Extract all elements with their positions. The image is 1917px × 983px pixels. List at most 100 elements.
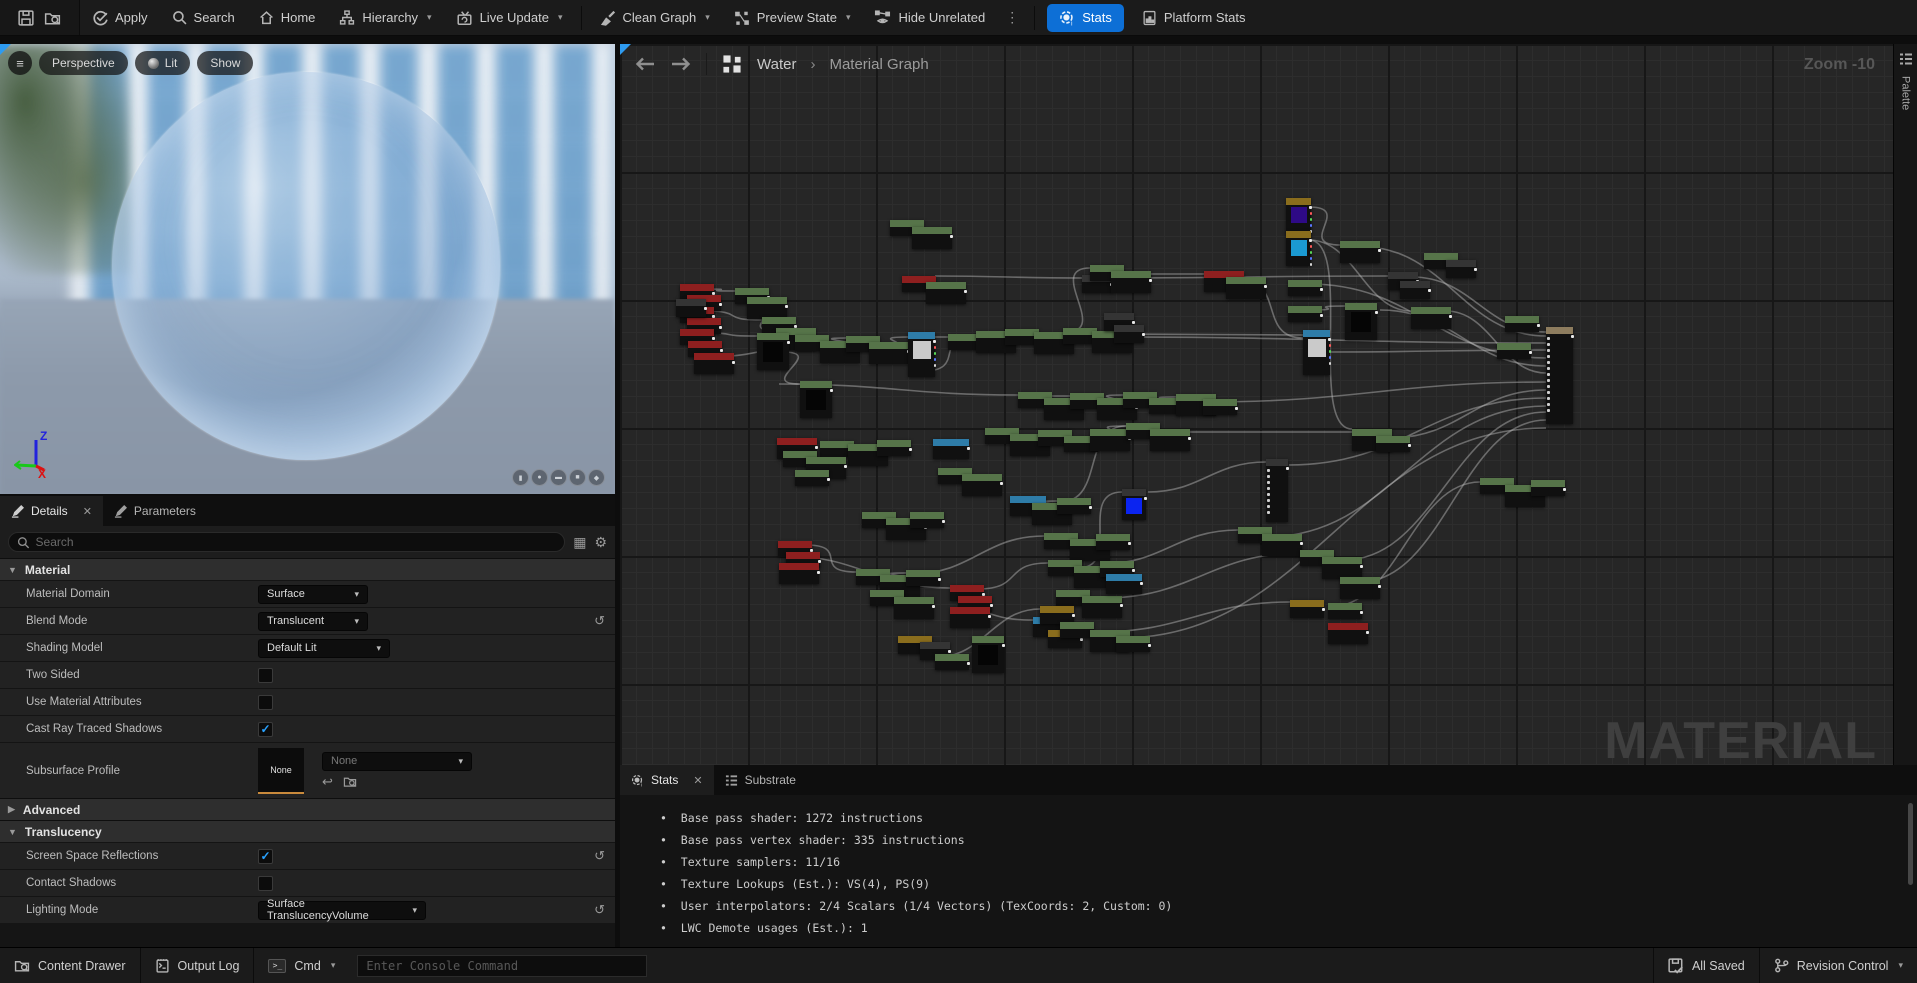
node-output-pin[interactable]: [1310, 245, 1313, 248]
graph-node[interactable]: [1288, 280, 1322, 296]
graph-node[interactable]: [1114, 325, 1144, 343]
graph-node[interactable]: [1082, 596, 1122, 618]
reset-to-default-icon[interactable]: ↺: [594, 902, 605, 918]
preview-teapot-button[interactable]: ◆: [588, 469, 605, 486]
graph-node[interactable]: [933, 439, 969, 459]
node-output-pin[interactable]: [933, 340, 936, 343]
node-output-pin[interactable]: [1360, 611, 1363, 614]
browse-to-asset-icon[interactable]: [44, 10, 61, 26]
graph-node[interactable]: [906, 570, 940, 586]
graph-node[interactable]: [1057, 498, 1091, 514]
graph-node[interactable]: [1262, 534, 1302, 556]
node-output-pin[interactable]: [1144, 497, 1147, 500]
graph-node[interactable]: [1090, 429, 1130, 451]
hierarchy-button[interactable]: Hierarchy ▾: [327, 0, 443, 35]
node-output-pin[interactable]: [1128, 542, 1131, 545]
node-output-pin[interactable]: [1286, 467, 1289, 470]
node-output-pin[interactable]: [1002, 644, 1005, 647]
graph-node[interactable]: [1286, 198, 1311, 233]
node-output-pin[interactable]: [932, 605, 935, 608]
graph-node[interactable]: [676, 299, 706, 317]
node-input-pin[interactable]: [1547, 343, 1550, 346]
graph-node[interactable]: [1322, 557, 1362, 579]
node-output-pin[interactable]: [1132, 569, 1135, 572]
graph-node[interactable]: [1290, 600, 1324, 618]
preview-sphere-button[interactable]: ●: [531, 469, 548, 486]
graph-node[interactable]: [910, 512, 944, 528]
node-input-pin[interactable]: [1547, 391, 1550, 394]
graph-node[interactable]: [912, 227, 952, 249]
node-output-pin[interactable]: [1235, 407, 1238, 410]
clean-graph-button[interactable]: Clean Graph ▾: [588, 0, 722, 35]
reset-to-default-icon[interactable]: ↺: [594, 613, 605, 629]
node-output-pin[interactable]: [1378, 249, 1381, 252]
tab-parameters[interactable]: Parameters: [103, 496, 207, 526]
node-output-pin[interactable]: [732, 361, 735, 364]
checkbox[interactable]: [258, 876, 273, 891]
forward-button[interactable]: [670, 56, 692, 72]
section-header-translucency[interactable]: ▼Translucency: [0, 820, 615, 842]
node-output-pin[interactable]: [719, 326, 722, 329]
apply-button[interactable]: Apply: [80, 0, 160, 35]
node-output-pin[interactable]: [1080, 638, 1083, 641]
graph-node[interactable]: [800, 381, 832, 418]
palette-sidebar-tab[interactable]: Palette: [1893, 44, 1917, 765]
node-output-pin[interactable]: [964, 290, 967, 293]
node-output-pin[interactable]: [934, 358, 937, 361]
node-output-pin[interactable]: [942, 520, 945, 523]
node-output-pin[interactable]: [1000, 482, 1003, 485]
asset-thumbnail[interactable]: None: [258, 748, 304, 794]
node-output-pin[interactable]: [830, 389, 833, 392]
node-output-pin[interactable]: [1428, 289, 1431, 292]
node-input-pin[interactable]: [1267, 493, 1270, 496]
node-output-pin[interactable]: [967, 662, 970, 665]
graph-node[interactable]: [1446, 260, 1476, 278]
graph-node[interactable]: [1531, 480, 1565, 496]
stats-scrollbar[interactable]: [1908, 803, 1913, 885]
graph-node[interactable]: [1340, 577, 1380, 599]
node-output-pin[interactable]: [1089, 506, 1092, 509]
graph-node[interactable]: [894, 597, 934, 619]
checkbox[interactable]: [258, 695, 273, 710]
node-output-pin[interactable]: [1329, 350, 1332, 353]
graph-node[interactable]: [1226, 277, 1266, 299]
node-output-pin[interactable]: [720, 349, 723, 352]
node-output-pin[interactable]: [1322, 608, 1325, 611]
graph-node[interactable]: [795, 470, 829, 486]
preview-cylinder-button[interactable]: ▮: [512, 469, 529, 486]
node-output-pin[interactable]: [967, 447, 970, 450]
node-input-pin[interactable]: [1547, 403, 1550, 406]
node-input-pin[interactable]: [1547, 367, 1550, 370]
gear-icon[interactable]: ⚙: [594, 535, 607, 549]
checkbox[interactable]: [258, 668, 273, 683]
graph-node[interactable]: [1203, 399, 1237, 415]
tab-details[interactable]: Details ✕: [0, 496, 103, 526]
graph-node[interactable]: [1328, 603, 1362, 619]
node-output-pin[interactable]: [1310, 263, 1313, 266]
hide-unrelated-button[interactable]: Hide Unrelated: [862, 0, 997, 35]
node-output-pin[interactable]: [1310, 212, 1313, 215]
graph-node[interactable]: [1328, 623, 1368, 644]
graph-node[interactable]: [779, 563, 819, 584]
node-output-pin[interactable]: [1474, 268, 1477, 271]
graph-node[interactable]: [877, 440, 911, 456]
node-output-pin[interactable]: [934, 346, 937, 349]
preview-cube-button[interactable]: ■: [569, 469, 586, 486]
node-output-pin[interactable]: [1360, 565, 1363, 568]
home-button[interactable]: Home: [247, 0, 328, 35]
node-output-pin[interactable]: [1140, 582, 1143, 585]
asset-dropdown[interactable]: None▾: [322, 752, 472, 771]
checkbox[interactable]: ✓: [258, 849, 273, 864]
graph-node[interactable]: [1286, 231, 1311, 266]
node-input-pin[interactable]: [1267, 481, 1270, 484]
save-icon[interactable]: [18, 10, 34, 26]
node-output-pin[interactable]: [1309, 206, 1312, 209]
graph-node[interactable]: [1505, 316, 1539, 332]
show-button[interactable]: Show: [197, 51, 253, 75]
node-output-pin[interactable]: [1571, 335, 1574, 338]
back-button[interactable]: [634, 56, 656, 72]
material-graph-canvas[interactable]: Water › Material Graph Zoom -10 MATERIAL: [620, 44, 1893, 765]
node-output-pin[interactable]: [1320, 314, 1323, 317]
node-output-pin[interactable]: [1320, 288, 1323, 291]
node-output-pin[interactable]: [844, 465, 847, 468]
